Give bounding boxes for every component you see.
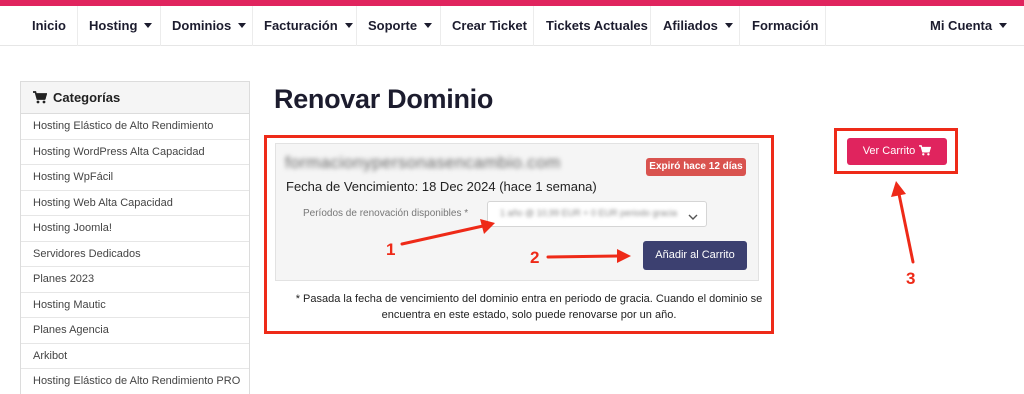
sidebar-item[interactable]: Hosting Elástico de Alto Rendimiento PRO bbox=[21, 369, 249, 394]
sidebar-item[interactable]: Hosting Elástico de Alto Rendimiento bbox=[21, 114, 249, 140]
shopping-cart-icon bbox=[919, 145, 932, 156]
nav-facturacion[interactable]: Facturación bbox=[264, 6, 353, 46]
shopping-cart-icon bbox=[33, 84, 48, 116]
annotation-number-3: 3 bbox=[906, 269, 916, 288]
nav-hosting[interactable]: Hosting bbox=[89, 6, 153, 46]
caret-down-icon bbox=[144, 23, 153, 28]
nav-label: Dominios bbox=[172, 18, 232, 33]
expiry-date: Fecha de Vencimiento: 18 Dec 2024 (hace … bbox=[286, 179, 597, 194]
renewal-period-label: Períodos de renovación disponibles * bbox=[303, 208, 469, 219]
nav-label: Hosting bbox=[89, 18, 138, 33]
sidebar-title: Categorías bbox=[53, 90, 121, 105]
nav-soporte[interactable]: Soporte bbox=[368, 6, 433, 46]
caret-down-icon bbox=[999, 23, 1008, 28]
nav-dominios[interactable]: Dominios bbox=[172, 6, 247, 46]
domain-name: formacionypersonasencambio.com bbox=[285, 153, 561, 172]
caret-down-icon bbox=[724, 23, 733, 28]
categories-sidebar: Categorías Hosting Elástico de Alto Rend… bbox=[20, 81, 250, 394]
nav-label: Facturación bbox=[264, 18, 338, 33]
add-to-cart-button[interactable]: Añadir al Carrito bbox=[643, 241, 747, 270]
annotation-arrow-3 bbox=[897, 192, 915, 264]
sidebar-item[interactable]: Hosting WordPress Alta Capacidad bbox=[21, 140, 249, 165]
nav-afiliados[interactable]: Afiliados bbox=[663, 6, 733, 46]
nav-formacion[interactable]: Formación bbox=[752, 6, 818, 46]
caret-down-icon bbox=[238, 23, 247, 28]
nav-crear-ticket[interactable]: Crear Ticket bbox=[452, 6, 527, 46]
nav-tickets-actuales[interactable]: Tickets Actuales bbox=[546, 6, 648, 46]
expired-badge: Expiró hace 12 días bbox=[646, 158, 746, 176]
annotation-number-2: 2 bbox=[530, 248, 540, 267]
renewal-period-select[interactable]: 1 año @ 10,99 EUR + 0 EUR periodo gracia bbox=[487, 201, 707, 227]
nav-mi-cuenta[interactable]: Mi Cuenta bbox=[930, 6, 1008, 46]
nav-label: Formación bbox=[752, 18, 819, 33]
renewal-period-value: 1 año @ 10,99 EUR + 0 EUR periodo gracia bbox=[500, 208, 677, 218]
caret-down-icon bbox=[344, 23, 353, 28]
view-cart-button[interactable]: Ver Carrito bbox=[847, 138, 947, 165]
sidebar-header: Categorías bbox=[21, 82, 249, 114]
sidebar-item[interactable]: Planes Agencia bbox=[21, 318, 249, 344]
annotation-arrowhead-3 bbox=[891, 181, 906, 197]
sidebar-item[interactable]: Hosting Web Alta Capacidad bbox=[21, 191, 249, 216]
nav-label: Inicio bbox=[32, 18, 66, 33]
view-cart-label: Ver Carrito bbox=[862, 145, 916, 157]
chevron-down-icon bbox=[688, 209, 698, 227]
nav-label: Mi Cuenta bbox=[930, 18, 993, 33]
page-title: Renovar Dominio bbox=[274, 84, 494, 114]
sidebar-item[interactable]: Hosting WpFácil bbox=[21, 165, 249, 191]
sidebar-item[interactable]: Arkibot bbox=[21, 344, 249, 369]
top-navbar: Inicio Hosting Dominios Facturación Sopo… bbox=[0, 6, 1024, 46]
nav-label: Soporte bbox=[368, 18, 418, 33]
nav-label: Crear Ticket bbox=[452, 18, 527, 33]
sidebar-item[interactable]: Hosting Mautic bbox=[21, 293, 249, 318]
annotation-number-1: 1 bbox=[386, 240, 396, 259]
caret-down-icon bbox=[424, 23, 433, 28]
sidebar-item[interactable]: Hosting Joomla! bbox=[21, 216, 249, 242]
nav-label: Tickets Actuales bbox=[546, 18, 648, 33]
sidebar-item[interactable]: Servidores Dedicados bbox=[21, 242, 249, 267]
grace-period-note: * Pasada la fecha de vencimiento del dom… bbox=[295, 293, 763, 321]
nav-label: Afiliados bbox=[663, 18, 718, 33]
sidebar-item[interactable]: Planes 2023 bbox=[21, 267, 249, 293]
nav-inicio[interactable]: Inicio bbox=[32, 6, 66, 46]
